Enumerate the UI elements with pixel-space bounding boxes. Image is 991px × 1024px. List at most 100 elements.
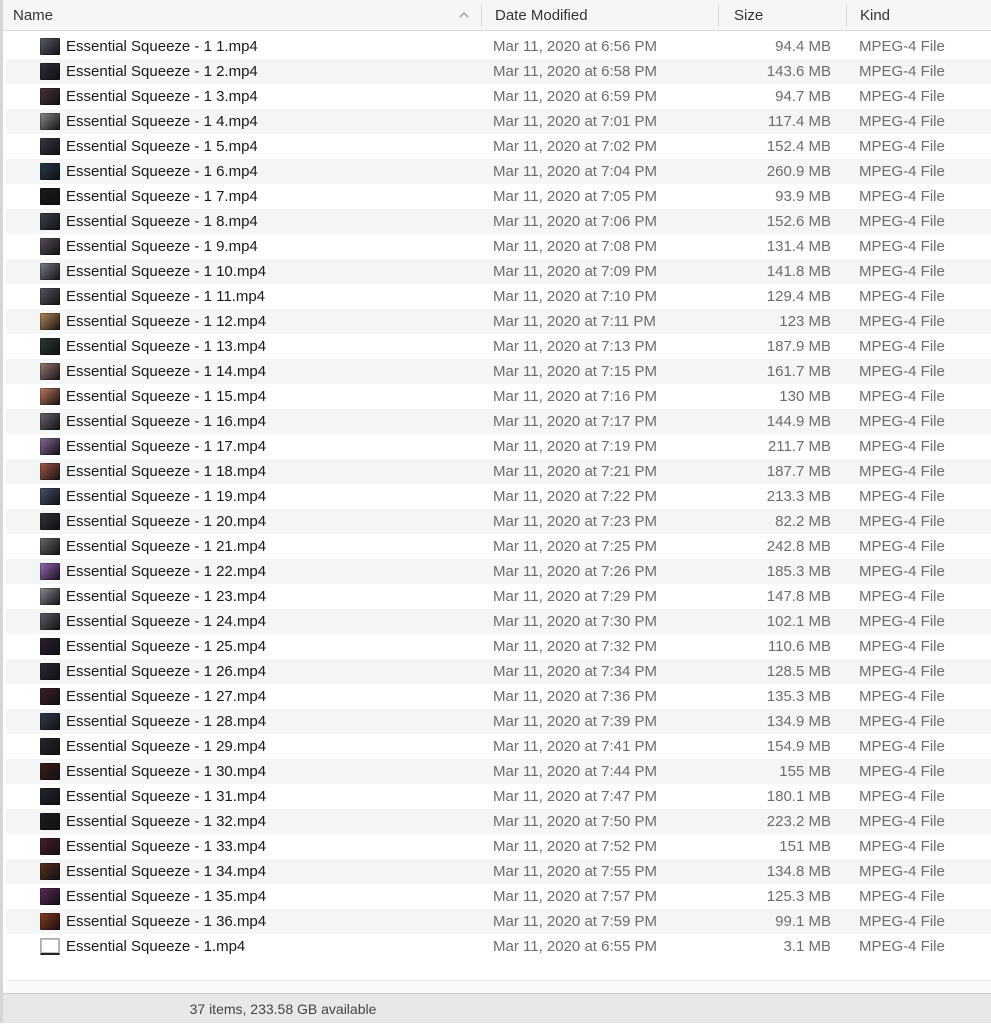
file-kind: MPEG-4 File — [859, 413, 945, 430]
file-kind: MPEG-4 File — [859, 563, 945, 580]
file-date-modified: Mar 11, 2020 at 7:21 PM — [493, 463, 657, 480]
file-kind: MPEG-4 File — [859, 88, 945, 105]
file-date-modified: Mar 11, 2020 at 7:47 PM — [493, 788, 657, 805]
video-thumbnail-icon — [40, 663, 60, 680]
chevron-up-icon[interactable] — [458, 9, 470, 21]
video-thumbnail-icon — [40, 763, 60, 780]
file-row[interactable]: Essential Squeeze - 1 6.mp4 Mar 11, 2020 … — [6, 159, 991, 184]
finder-window: Name Date Modified Size Kind Essential S… — [0, 0, 991, 1023]
file-size: 260.9 MB — [766, 163, 831, 180]
file-row[interactable]: Essential Squeeze - 1 16.mp4 Mar 11, 2020… — [6, 409, 991, 434]
file-row[interactable]: Essential Squeeze - 1 29.mp4 Mar 11, 2020… — [6, 734, 991, 759]
file-row[interactable]: Essential Squeeze - 1 5.mp4 Mar 11, 2020 … — [6, 134, 991, 159]
column-divider[interactable] — [718, 5, 719, 26]
file-date-modified: Mar 11, 2020 at 7:04 PM — [493, 163, 657, 180]
file-row[interactable]: Essential Squeeze - 1 19.mp4 Mar 11, 2020… — [6, 484, 991, 509]
file-date-modified: Mar 11, 2020 at 7:11 PM — [493, 313, 656, 330]
file-name: Essential Squeeze - 1 36.mp4 — [66, 913, 267, 930]
file-size: 99.1 MB — [775, 913, 831, 930]
file-size: 154.9 MB — [766, 738, 831, 755]
file-name: Essential Squeeze - 1 31.mp4 — [66, 788, 267, 805]
video-thumbnail-icon — [40, 813, 60, 830]
file-row[interactable]: Essential Squeeze - 1 20.mp4 Mar 11, 2020… — [6, 509, 991, 534]
video-thumbnail-icon — [40, 938, 60, 955]
file-row[interactable]: Essential Squeeze - 1 17.mp4 Mar 11, 2020… — [6, 434, 991, 459]
file-kind: MPEG-4 File — [859, 888, 945, 905]
column-header-date-modified[interactable]: Date Modified — [495, 0, 715, 31]
column-divider[interactable] — [846, 5, 847, 26]
column-header-name[interactable]: Name — [13, 0, 473, 31]
file-kind: MPEG-4 File — [859, 813, 945, 830]
file-row[interactable]: Essential Squeeze - 1 34.mp4 Mar 11, 2020… — [6, 859, 991, 884]
file-size: 242.8 MB — [766, 538, 831, 555]
file-kind: MPEG-4 File — [859, 263, 945, 280]
file-name: Essential Squeeze - 1 8.mp4 — [66, 213, 258, 230]
file-row[interactable]: Essential Squeeze - 1.mp4 Mar 11, 2020 at… — [6, 934, 991, 959]
file-row[interactable]: Essential Squeeze - 1 27.mp4 Mar 11, 2020… — [6, 684, 991, 709]
file-name: Essential Squeeze - 1 17.mp4 — [66, 438, 267, 455]
file-row[interactable]: Essential Squeeze - 1 36.mp4 Mar 11, 2020… — [6, 909, 991, 934]
file-row[interactable]: Essential Squeeze - 1 4.mp4 Mar 11, 2020 … — [6, 109, 991, 134]
file-row[interactable]: Essential Squeeze - 1 31.mp4 Mar 11, 2020… — [6, 784, 991, 809]
video-thumbnail-icon — [40, 313, 60, 330]
file-row[interactable]: Essential Squeeze - 1 22.mp4 Mar 11, 2020… — [6, 559, 991, 584]
video-thumbnail-icon — [40, 738, 60, 755]
file-size: 128.5 MB — [766, 663, 831, 680]
file-row[interactable]: Essential Squeeze - 1 28.mp4 Mar 11, 2020… — [6, 709, 991, 734]
file-name: Essential Squeeze - 1 3.mp4 — [66, 88, 258, 105]
file-kind: MPEG-4 File — [859, 288, 945, 305]
file-kind: MPEG-4 File — [859, 388, 945, 405]
file-row[interactable]: Essential Squeeze - 1 13.mp4 Mar 11, 2020… — [6, 334, 991, 359]
file-name: Essential Squeeze - 1 16.mp4 — [66, 413, 267, 430]
column-header-size[interactable]: Size — [734, 0, 834, 31]
video-thumbnail-icon — [40, 363, 60, 380]
file-row[interactable]: Essential Squeeze - 1 2.mp4 Mar 11, 2020 … — [6, 59, 991, 84]
file-row[interactable]: Essential Squeeze - 1 32.mp4 Mar 11, 2020… — [6, 809, 991, 834]
file-name: Essential Squeeze - 1 23.mp4 — [66, 588, 267, 605]
file-kind: MPEG-4 File — [859, 513, 945, 530]
file-row[interactable]: Essential Squeeze - 1 8.mp4 Mar 11, 2020 … — [6, 209, 991, 234]
file-date-modified: Mar 11, 2020 at 7:08 PM — [493, 238, 657, 255]
file-size: 151 MB — [779, 838, 831, 855]
video-thumbnail-icon — [40, 63, 60, 80]
column-divider[interactable] — [481, 5, 482, 26]
file-kind: MPEG-4 File — [859, 713, 945, 730]
file-row[interactable]: Essential Squeeze - 1 21.mp4 Mar 11, 2020… — [6, 534, 991, 559]
file-row[interactable]: Essential Squeeze - 1 7.mp4 Mar 11, 2020 … — [6, 184, 991, 209]
file-row[interactable]: Essential Squeeze - 1 35.mp4 Mar 11, 2020… — [6, 884, 991, 909]
file-size: 110.6 MB — [767, 638, 831, 655]
file-date-modified: Mar 11, 2020 at 7:19 PM — [493, 438, 657, 455]
file-row[interactable]: Essential Squeeze - 1 3.mp4 Mar 11, 2020 … — [6, 84, 991, 109]
video-thumbnail-icon — [40, 163, 60, 180]
file-row[interactable]: Essential Squeeze - 1 23.mp4 Mar 11, 2020… — [6, 584, 991, 609]
file-size: 131.4 MB — [766, 238, 831, 255]
file-date-modified: Mar 11, 2020 at 7:09 PM — [493, 263, 657, 280]
file-size: 123 MB — [779, 313, 831, 330]
file-date-modified: Mar 11, 2020 at 6:56 PM — [493, 38, 657, 55]
video-thumbnail-icon — [40, 288, 60, 305]
file-row[interactable]: Essential Squeeze - 1 12.mp4 Mar 11, 2020… — [6, 309, 991, 334]
file-row[interactable]: Essential Squeeze - 1 25.mp4 Mar 11, 2020… — [6, 634, 991, 659]
file-kind: MPEG-4 File — [859, 338, 945, 355]
file-row[interactable]: Essential Squeeze - 1 15.mp4 Mar 11, 2020… — [6, 384, 991, 409]
horizontal-scrollbar[interactable] — [6, 980, 991, 993]
file-row[interactable]: Essential Squeeze - 1 9.mp4 Mar 11, 2020 … — [6, 234, 991, 259]
file-row[interactable]: Essential Squeeze - 1 33.mp4 Mar 11, 2020… — [6, 834, 991, 859]
file-row[interactable]: Essential Squeeze - 1 24.mp4 Mar 11, 2020… — [6, 609, 991, 634]
file-row[interactable]: Essential Squeeze - 1 10.mp4 Mar 11, 2020… — [6, 259, 991, 284]
file-row[interactable]: Essential Squeeze - 1 11.mp4 Mar 11, 2020… — [6, 284, 991, 309]
file-name: Essential Squeeze - 1 20.mp4 — [66, 513, 267, 530]
file-row[interactable]: Essential Squeeze - 1 18.mp4 Mar 11, 2020… — [6, 459, 991, 484]
file-row[interactable]: Essential Squeeze - 1 30.mp4 Mar 11, 2020… — [6, 759, 991, 784]
file-size: 130 MB — [779, 388, 831, 405]
file-date-modified: Mar 11, 2020 at 7:23 PM — [493, 513, 657, 530]
file-row[interactable]: Essential Squeeze - 1 26.mp4 Mar 11, 2020… — [6, 659, 991, 684]
file-kind: MPEG-4 File — [859, 438, 945, 455]
file-name: Essential Squeeze - 1 7.mp4 — [66, 188, 258, 205]
column-header-kind[interactable]: Kind — [860, 0, 990, 31]
status-bar: 37 items, 233.58 GB available — [3, 993, 991, 1023]
file-row[interactable]: Essential Squeeze - 1 1.mp4 Mar 11, 2020 … — [6, 34, 991, 59]
file-name: Essential Squeeze - 1 4.mp4 — [66, 113, 258, 130]
file-name: Essential Squeeze - 1 21.mp4 — [66, 538, 267, 555]
file-row[interactable]: Essential Squeeze - 1 14.mp4 Mar 11, 2020… — [6, 359, 991, 384]
